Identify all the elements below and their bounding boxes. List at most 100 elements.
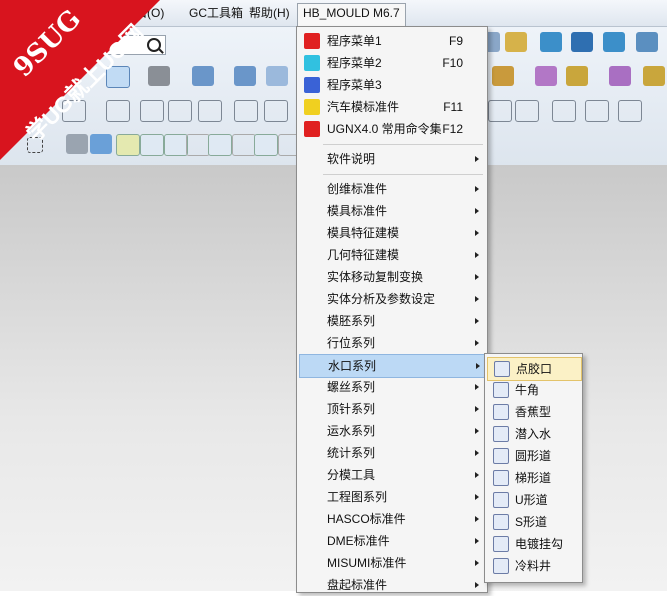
- tool-icon[interactable]: [540, 32, 562, 52]
- submenu-arrow-icon: [475, 582, 479, 588]
- submenu-item-pin-gate[interactable]: 点胶口: [487, 357, 582, 381]
- menu-item-software-help[interactable]: 软件说明: [299, 148, 485, 170]
- s-runner-icon: [493, 514, 509, 530]
- menu-item-gate-series[interactable]: 水口系列: [299, 354, 487, 378]
- menu-separator: [323, 144, 483, 145]
- menu-item[interactable]: 盘起标准件: [299, 574, 485, 596]
- menu-item[interactable]: 统计系列: [299, 442, 485, 464]
- submenu-item-sub-gate[interactable]: 潜入水: [487, 423, 580, 445]
- menu-item[interactable]: 螺丝系列: [299, 376, 485, 398]
- menu-item-program-menu-3[interactable]: 程序菜单3: [299, 74, 485, 96]
- sketch-icon[interactable]: [234, 100, 258, 122]
- menu-hb-mould[interactable]: HB_MOULD M6.7: [297, 3, 406, 26]
- submenu-arrow-icon: [475, 230, 479, 236]
- submenu-arrow-icon: [475, 494, 479, 500]
- banana-gate-icon: [493, 404, 509, 420]
- sub-gate-icon: [493, 426, 509, 442]
- snap-center-icon[interactable]: [254, 134, 278, 156]
- submenu-arrow-icon: [475, 450, 479, 456]
- submenu-arrow-icon: [475, 318, 479, 324]
- menu-item[interactable]: 模具标准件: [299, 200, 485, 222]
- taiji-icon: [304, 77, 320, 93]
- view-cube-icon[interactable]: [192, 66, 214, 86]
- menu-gc-toolbox[interactable]: GC工具箱: [184, 4, 248, 22]
- submenu-arrow-icon: [475, 472, 479, 478]
- tool-icon[interactable]: [603, 32, 625, 52]
- submenu-item-banana-gate[interactable]: 香蕉型: [487, 401, 580, 423]
- menu-item[interactable]: HASCO标准件: [299, 508, 485, 530]
- tool-icon[interactable]: [571, 32, 593, 52]
- trapezoid-runner-icon: [493, 470, 509, 486]
- submenu-arrow-icon: [475, 516, 479, 522]
- submenu-arrow-icon: [475, 428, 479, 434]
- submenu-arrow-icon: [475, 186, 479, 192]
- taiji-icon: [304, 55, 320, 71]
- submenu-item-horn-gate[interactable]: 牛角: [487, 379, 580, 401]
- submenu-arrow-icon: [475, 560, 479, 566]
- pin-gate-icon: [494, 361, 510, 377]
- submenu-arrow-icon: [475, 406, 479, 412]
- tool-icon[interactable]: [515, 100, 539, 122]
- menu-item[interactable]: DME标准件: [299, 530, 485, 552]
- menu-item[interactable]: 创维标准件: [299, 178, 485, 200]
- sketch-icon[interactable]: [198, 100, 222, 122]
- menu-help[interactable]: 帮助(H): [244, 4, 295, 22]
- menu-item[interactable]: 工程图系列: [299, 486, 485, 508]
- tool-icon[interactable]: [552, 100, 576, 122]
- submenu-arrow-icon: [475, 384, 479, 390]
- menu-item-ugnx4-commands[interactable]: UGNX4.0 常用命令集 F12: [299, 118, 485, 140]
- menu-item[interactable]: 几何特征建模: [299, 244, 485, 266]
- menu-item[interactable]: 行位系列: [299, 332, 485, 354]
- horn-gate-icon: [493, 382, 509, 398]
- submenu-arrow-icon: [475, 274, 479, 280]
- menu-item[interactable]: 实体分析及参数设定: [299, 288, 485, 310]
- submenu-item-u-runner[interactable]: U形道: [487, 489, 580, 511]
- menu-item[interactable]: 运水系列: [299, 420, 485, 442]
- tool-icon[interactable]: [643, 66, 665, 86]
- menu-item-program-menu-2[interactable]: 程序菜单2 F10: [299, 52, 485, 74]
- plating-hook-icon: [493, 536, 509, 552]
- tool-icon[interactable]: [505, 32, 527, 52]
- submenu-item-s-runner[interactable]: S形道: [487, 511, 580, 533]
- round-runner-icon: [493, 448, 509, 464]
- view-cube-icon[interactable]: [234, 66, 256, 86]
- tool-icon[interactable]: [609, 66, 631, 86]
- submenu-item-cold-slug-well[interactable]: 冷料井: [487, 555, 580, 577]
- submenu-arrow-icon: [475, 296, 479, 302]
- submenu-item-round-runner[interactable]: 圆形道: [487, 445, 580, 467]
- cold-slug-well-icon: [493, 558, 509, 574]
- submenu-arrow-icon: [475, 208, 479, 214]
- tool-icon[interactable]: [488, 100, 512, 122]
- hb-mould-menu: 程序菜单1 F9 程序菜单2 F10 程序菜单3 汽车模标准件 F11 UGNX…: [296, 26, 488, 593]
- menu-item[interactable]: 模胚系列: [299, 310, 485, 332]
- menu-item-program-menu-1[interactable]: 程序菜单1 F9: [299, 30, 485, 52]
- taiji-icon: [304, 33, 320, 49]
- tool-icon[interactable]: [492, 66, 514, 86]
- submenu-arrow-icon: [475, 252, 479, 258]
- tool-icon[interactable]: [636, 32, 658, 52]
- tool-icon[interactable]: [566, 66, 588, 86]
- taiji-icon: [304, 121, 320, 137]
- tool-icon[interactable]: [585, 100, 609, 122]
- menu-item[interactable]: 分模工具: [299, 464, 485, 486]
- submenu-arrow-icon: [476, 363, 480, 369]
- tool-icon[interactable]: [618, 100, 642, 122]
- submenu-item-plating-hook[interactable]: 电镀挂勾: [487, 533, 580, 555]
- menu-item[interactable]: 顶针系列: [299, 398, 485, 420]
- submenu-item-trapezoid-runner[interactable]: 梯形道: [487, 467, 580, 489]
- taiji-icon: [304, 99, 320, 115]
- view-cube-icon[interactable]: [266, 66, 288, 86]
- menu-item-auto-mold-standard[interactable]: 汽车模标准件 F11: [299, 96, 485, 118]
- menu-item[interactable]: 模具特征建模: [299, 222, 485, 244]
- sketch-icon[interactable]: [264, 100, 288, 122]
- tool-icon[interactable]: [535, 66, 557, 86]
- snap-curve-icon[interactable]: [208, 134, 232, 156]
- snap-tangent-icon[interactable]: [232, 134, 256, 156]
- snap-curve-icon[interactable]: [186, 134, 210, 156]
- menu-item[interactable]: 实体移动复制变换: [299, 266, 485, 288]
- menu-item[interactable]: MISUMI标准件: [299, 552, 485, 574]
- snap-line-icon[interactable]: [164, 134, 188, 156]
- menu-separator: [323, 174, 483, 175]
- sketch-icon[interactable]: [168, 100, 192, 122]
- gate-series-submenu: 点胶口 牛角 香蕉型 潜入水 圆形道 梯形道 U形道 S形道 电镀挂勾 冷料井: [484, 353, 583, 583]
